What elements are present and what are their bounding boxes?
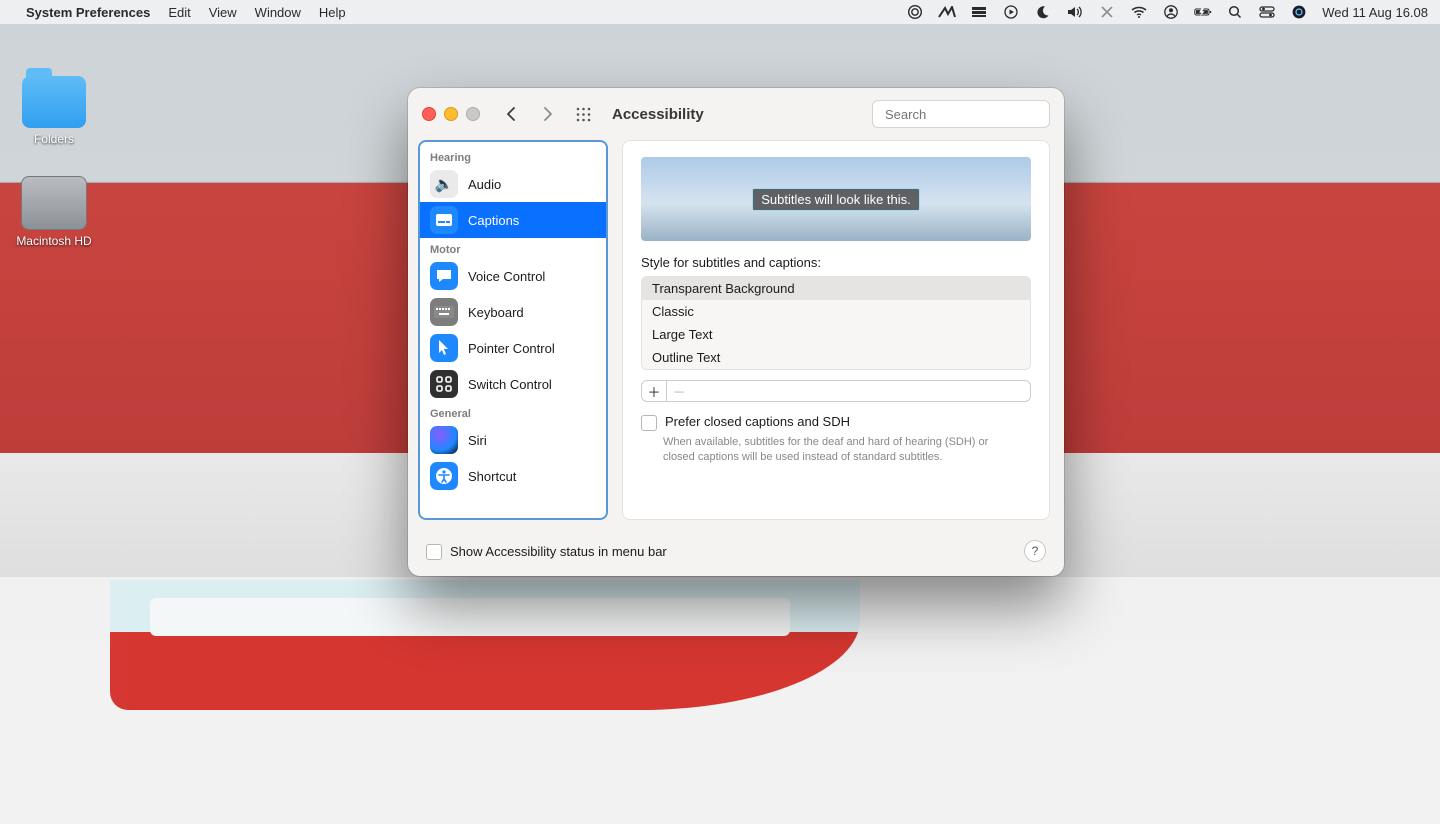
menu-window[interactable]: Window: [255, 5, 301, 20]
sidebar-item-label: Audio: [468, 177, 501, 192]
sidebar-item-captions[interactable]: Captions: [420, 202, 606, 238]
accessibility-sidebar[interactable]: Hearing 🔈 Audio Captions Motor Voice: [418, 140, 608, 520]
menu-clock[interactable]: Wed 11 Aug 16.08: [1322, 5, 1428, 20]
styles-list[interactable]: Transparent Background Classic Large Tex…: [641, 276, 1031, 370]
sidebar-item-label: Shortcut: [468, 469, 516, 484]
battery-icon[interactable]: [1194, 3, 1212, 21]
window-title: Accessibility: [612, 106, 704, 123]
show-status-checkbox[interactable]: [426, 544, 442, 560]
window-footer: Show Accessibility status in menu bar ?: [408, 532, 1064, 576]
style-row[interactable]: Classic: [642, 300, 1030, 323]
sidebar-item-label: Voice Control: [468, 269, 545, 284]
x-icon[interactable]: [1098, 3, 1116, 21]
prefer-sdh-hint: When available, subtitles for the deaf a…: [663, 435, 1023, 465]
search-input[interactable]: [883, 106, 1063, 123]
sidebar-item-switch-control[interactable]: Switch Control: [420, 366, 606, 402]
switch-grid-icon: [430, 370, 458, 398]
subtitle-preview-text: Subtitles will look like this.: [752, 188, 920, 211]
keyboard-icon: [430, 298, 458, 326]
sidebar-item-label: Keyboard: [468, 305, 524, 320]
style-row[interactable]: Transparent Background: [642, 277, 1030, 300]
folder-icon: [22, 76, 86, 128]
menu-help[interactable]: Help: [319, 5, 346, 20]
show-status-label[interactable]: Show Accessibility status in menu bar: [450, 544, 667, 559]
siri-icon: [430, 426, 458, 454]
captions-icon: [430, 206, 458, 234]
prefer-sdh-checkbox[interactable]: [641, 415, 657, 431]
app-menu[interactable]: System Preferences: [26, 5, 150, 20]
window-traffic-lights: [422, 107, 480, 121]
sidebar-group-general: General: [420, 402, 606, 422]
sidebar-group-motor: Motor: [420, 238, 606, 258]
voice-bubble-icon: [430, 262, 458, 290]
back-button[interactable]: [498, 102, 524, 126]
show-all-button[interactable]: [570, 102, 596, 126]
play-icon[interactable]: [1002, 3, 1020, 21]
system-preferences-window: Accessibility Hearing 🔈 Audio Captions: [408, 88, 1064, 576]
menu-bar: System Preferences Edit View Window Help…: [0, 0, 1440, 24]
spotlight-icon[interactable]: [1226, 3, 1244, 21]
sidebar-item-label: Captions: [468, 213, 519, 228]
volume-icon[interactable]: [1066, 3, 1084, 21]
pointer-icon: [430, 334, 458, 362]
stacks-icon[interactable]: [970, 3, 988, 21]
desktop-folder-folders[interactable]: Folders: [14, 76, 94, 146]
add-style-button[interactable]: ＋: [642, 381, 666, 401]
hdd-icon: [21, 176, 87, 230]
cc-icon[interactable]: [906, 3, 924, 21]
help-button[interactable]: ?: [1024, 540, 1046, 562]
window-close-button[interactable]: [422, 107, 436, 121]
user-icon[interactable]: [1162, 3, 1180, 21]
desktop-drive-macintosh-hd[interactable]: Macintosh HD: [14, 176, 94, 248]
speaker-icon: 🔈: [430, 170, 458, 198]
accessibility-shortcut-icon: [430, 462, 458, 490]
prefer-sdh-label[interactable]: Prefer closed captions and SDH: [665, 414, 850, 429]
add-remove-buttons: ＋ －: [641, 380, 1031, 402]
sidebar-item-siri[interactable]: Siri: [420, 422, 606, 458]
sidebar-item-label: Pointer Control: [468, 341, 555, 356]
desktop-icon-label: Macintosh HD: [14, 234, 94, 248]
remove-style-button: －: [666, 381, 691, 401]
wallpaper-accent: [110, 580, 860, 710]
search-field[interactable]: [872, 100, 1050, 128]
menu-edit[interactable]: Edit: [168, 5, 190, 20]
sidebar-group-hearing: Hearing: [420, 146, 606, 166]
window-minimize-button[interactable]: [444, 107, 458, 121]
style-row[interactable]: Outline Text: [642, 346, 1030, 369]
forward-button: [534, 102, 560, 126]
sidebar-item-pointer-control[interactable]: Pointer Control: [420, 330, 606, 366]
menu-view[interactable]: View: [209, 5, 237, 20]
sidebar-item-label: Switch Control: [468, 377, 552, 392]
window-titlebar[interactable]: Accessibility: [408, 88, 1064, 140]
sidebar-item-shortcut[interactable]: Shortcut: [420, 458, 606, 494]
dnd-moon-icon[interactable]: [1034, 3, 1052, 21]
captions-pane: Subtitles will look like this. Style for…: [622, 140, 1050, 520]
style-row[interactable]: Large Text: [642, 323, 1030, 346]
control-center-icon[interactable]: [1258, 3, 1276, 21]
sidebar-item-label: Siri: [468, 433, 487, 448]
sidebar-item-voice-control[interactable]: Voice Control: [420, 258, 606, 294]
styles-label: Style for subtitles and captions:: [641, 255, 1031, 270]
bettertouch-icon[interactable]: [938, 3, 956, 21]
desktop: System Preferences Edit View Window Help…: [0, 0, 1440, 824]
window-zoom-button: [466, 107, 480, 121]
desktop-icon-label: Folders: [14, 132, 94, 146]
wifi-icon[interactable]: [1130, 3, 1148, 21]
sidebar-item-keyboard[interactable]: Keyboard: [420, 294, 606, 330]
sidebar-item-audio[interactable]: 🔈 Audio: [420, 166, 606, 202]
subtitle-preview: Subtitles will look like this.: [641, 157, 1031, 241]
siri-menubar-icon[interactable]: [1290, 3, 1308, 21]
